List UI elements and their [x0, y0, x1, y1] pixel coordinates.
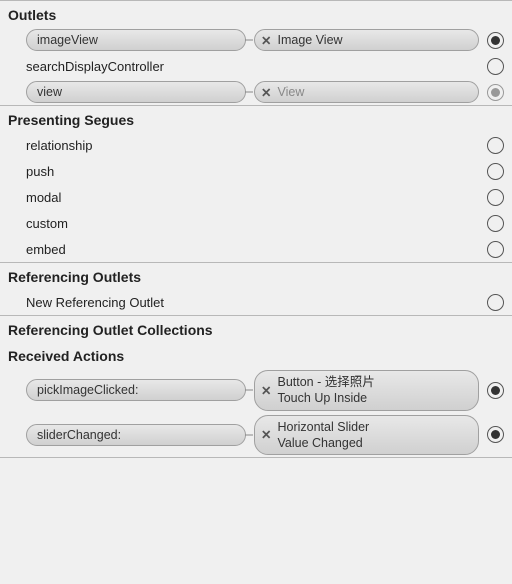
- segue-row: relationship: [0, 132, 512, 158]
- disconnect-icon[interactable]: ✕: [261, 85, 271, 100]
- outlet-name: imageView: [37, 33, 98, 47]
- connection-port[interactable]: [487, 294, 504, 311]
- action-dest-pill[interactable]: ✕ Button - 选择照片 Touch Up Inside: [254, 370, 479, 411]
- segue-label: relationship: [26, 138, 479, 153]
- outlet-dest-pill[interactable]: ✕ View: [254, 81, 479, 103]
- outlet-dest: Image View: [277, 33, 342, 47]
- section-received-actions: Received Actions pickImageClicked: ✕ But…: [0, 342, 512, 457]
- outlet-name-pill[interactable]: view: [26, 81, 246, 103]
- section-header-outlets: Outlets: [0, 1, 512, 27]
- action-row: sliderChanged: ✕ Horizontal Slider Value…: [0, 413, 512, 458]
- ref-outlet-label: New Referencing Outlet: [26, 295, 479, 310]
- section-referencing-outlet-collections: Referencing Outlet Collections: [0, 315, 512, 342]
- connection-port[interactable]: [487, 32, 504, 49]
- outlet-name: searchDisplayController: [26, 59, 479, 74]
- disconnect-icon[interactable]: ✕: [261, 33, 271, 48]
- action-dest-event: Value Changed: [277, 435, 369, 451]
- connection-port[interactable]: [487, 163, 504, 180]
- outlet-row: searchDisplayController: [0, 53, 512, 79]
- outlet-row: view ✕ View: [0, 79, 512, 105]
- action-name-pill[interactable]: pickImageClicked:: [26, 379, 246, 401]
- ref-outlet-row: New Referencing Outlet: [0, 289, 512, 315]
- segue-row: push: [0, 158, 512, 184]
- action-name: pickImageClicked:: [37, 383, 138, 397]
- section-outlets: Outlets imageView ✕ Image View searchDis…: [0, 0, 512, 105]
- segue-row: embed: [0, 236, 512, 262]
- connection-port[interactable]: [487, 215, 504, 232]
- outlet-dest: View: [277, 85, 304, 99]
- action-row: pickImageClicked: ✕ Button - 选择照片 Touch …: [0, 368, 512, 413]
- action-dest-pill[interactable]: ✕ Horizontal Slider Value Changed: [254, 415, 479, 456]
- segue-label: custom: [26, 216, 479, 231]
- section-header-ref-collections: Referencing Outlet Collections: [0, 316, 512, 342]
- connection-port[interactable]: [487, 382, 504, 399]
- disconnect-icon[interactable]: ✕: [261, 383, 271, 398]
- connection-port[interactable]: [487, 426, 504, 443]
- segue-label: push: [26, 164, 479, 179]
- segue-label: embed: [26, 242, 479, 257]
- action-name-pill[interactable]: sliderChanged:: [26, 424, 246, 446]
- connection-port[interactable]: [487, 241, 504, 258]
- outlet-dest-pill[interactable]: ✕ Image View: [254, 29, 479, 51]
- connection-port[interactable]: [487, 189, 504, 206]
- outlet-row: imageView ✕ Image View: [0, 27, 512, 53]
- section-presenting-segues: Presenting Segues relationship push moda…: [0, 105, 512, 262]
- segue-label: modal: [26, 190, 479, 205]
- connection-port[interactable]: [487, 137, 504, 154]
- outlet-name-pill[interactable]: imageView: [26, 29, 246, 51]
- action-name: sliderChanged:: [37, 428, 121, 442]
- action-dest-sender: Horizontal Slider: [277, 419, 369, 435]
- segue-row: custom: [0, 210, 512, 236]
- connection-port[interactable]: [487, 58, 504, 75]
- section-header-received: Received Actions: [0, 342, 512, 368]
- section-header-ref-outlets: Referencing Outlets: [0, 263, 512, 289]
- bottom-divider: [0, 457, 512, 458]
- action-dest-event: Touch Up Inside: [277, 390, 374, 406]
- section-header-presenting: Presenting Segues: [0, 106, 512, 132]
- disconnect-icon[interactable]: ✕: [261, 427, 271, 442]
- segue-row: modal: [0, 184, 512, 210]
- action-dest-sender: Button - 选择照片: [277, 374, 374, 390]
- outlet-name: view: [37, 85, 62, 99]
- connection-port[interactable]: [487, 84, 504, 101]
- section-referencing-outlets: Referencing Outlets New Referencing Outl…: [0, 262, 512, 315]
